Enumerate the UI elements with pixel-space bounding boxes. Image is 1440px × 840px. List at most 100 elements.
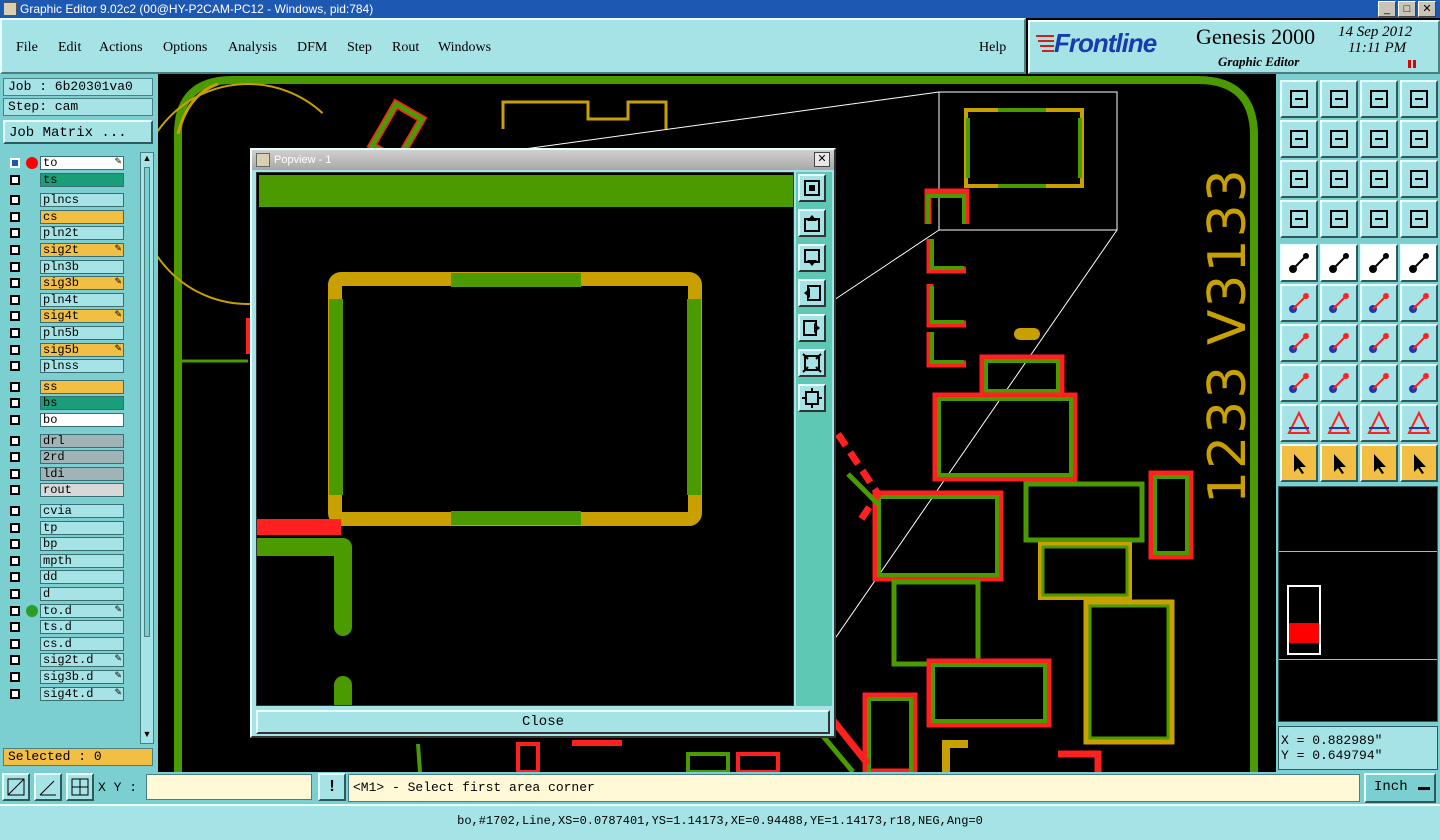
layer-row-sig2t-d[interactable]: sig2t.d ✎ xyxy=(6,653,124,668)
layer-name[interactable]: to.d xyxy=(40,603,124,618)
move-down-button[interactable] xyxy=(1320,80,1358,118)
route-button[interactable] xyxy=(1400,444,1438,482)
layer-row-plncs[interactable]: plncs xyxy=(6,193,124,208)
zoom-out-button[interactable] xyxy=(798,384,826,412)
layer-name[interactable]: pln4t xyxy=(40,292,124,307)
pan-right-button[interactable] xyxy=(798,314,826,342)
layer-row-pln4t[interactable]: pln4t xyxy=(6,292,124,307)
layer-name[interactable]: 2rd xyxy=(40,450,124,465)
layer-name[interactable]: pln3b xyxy=(40,259,124,274)
move-up-button[interactable] xyxy=(1280,80,1318,118)
layer-checkbox[interactable] xyxy=(10,398,20,409)
popview-close-button[interactable]: Close xyxy=(256,710,830,734)
pointer-button[interactable] xyxy=(1280,444,1318,482)
layer-name[interactable]: ts xyxy=(40,172,124,187)
point-2-button[interactable] xyxy=(1400,284,1438,322)
snap-mode-button[interactable] xyxy=(2,773,30,801)
menu-dfm[interactable]: DFM xyxy=(297,40,327,56)
layer-row-sig3b-d[interactable]: sig3b.d ✎ xyxy=(6,670,124,684)
layer-name[interactable]: plncs xyxy=(40,193,124,208)
layer-checkbox[interactable] xyxy=(10,572,20,583)
scroll-up-icon[interactable]: ▲ xyxy=(142,153,152,165)
layer-checkbox[interactable] xyxy=(10,415,20,425)
layer-checkbox[interactable] xyxy=(10,211,20,222)
layer-checkbox[interactable] xyxy=(10,672,20,682)
menu-options[interactable]: Options xyxy=(163,40,207,56)
layer-checkbox[interactable] xyxy=(10,195,20,206)
layer-checkbox[interactable] xyxy=(10,539,20,550)
tools-button[interactable] xyxy=(1280,200,1318,238)
pan-left-button[interactable] xyxy=(798,279,826,307)
layer-name[interactable]: sig3b xyxy=(40,276,124,291)
layer-name[interactable]: drl xyxy=(40,433,124,448)
help-button[interactable] xyxy=(1400,160,1438,198)
layer-row-cvia[interactable]: cvia xyxy=(6,504,124,518)
home-button[interactable] xyxy=(1360,80,1398,118)
layer-checkbox[interactable] xyxy=(10,506,20,516)
layer-name[interactable]: mpth xyxy=(40,553,124,568)
layer-name[interactable]: pln5b xyxy=(40,326,124,340)
layer-name[interactable]: ldi xyxy=(40,466,124,481)
layer-checkbox[interactable] xyxy=(10,435,20,446)
layer-checkbox[interactable] xyxy=(10,328,20,338)
popview-title-bar[interactable]: Popview - 1 ✕ xyxy=(252,150,834,170)
layer-row-bo[interactable]: bo xyxy=(6,413,124,427)
layer-checkbox[interactable] xyxy=(10,688,20,699)
layer-checkbox[interactable] xyxy=(10,468,20,479)
layer-name[interactable]: cs.d xyxy=(40,636,124,651)
line-button[interactable] xyxy=(1320,324,1358,362)
layer-name[interactable]: cvia xyxy=(40,504,124,518)
node-button[interactable] xyxy=(1280,364,1318,402)
menu-windows[interactable]: Windows xyxy=(438,40,491,56)
layer-name[interactable]: d xyxy=(40,587,124,601)
layer-checkbox[interactable] xyxy=(10,555,20,566)
layer-name[interactable]: bp xyxy=(40,537,124,552)
layer-row-sig4t[interactable]: sig4t ✎ xyxy=(6,309,124,324)
flip-button[interactable] xyxy=(1400,324,1438,362)
layer-checkbox[interactable] xyxy=(10,344,20,355)
window-split-button[interactable] xyxy=(1400,80,1438,118)
menu-actions[interactable]: Actions xyxy=(99,40,143,56)
layer-checkbox[interactable] xyxy=(10,245,20,255)
pointer-box-button[interactable] xyxy=(1320,444,1358,482)
move-right-button[interactable] xyxy=(1320,120,1358,158)
layer-checkbox[interactable] xyxy=(10,294,20,305)
layer-name[interactable]: sig4t xyxy=(40,309,124,324)
pointer-select-button[interactable] xyxy=(1360,444,1398,482)
swap-button[interactable] xyxy=(1360,120,1398,158)
layer-row-ts[interactable]: ts xyxy=(6,172,124,187)
layers-red-button[interactable] xyxy=(1360,200,1398,238)
select-pad-button[interactable] xyxy=(1280,244,1318,282)
layer-name[interactable]: bs xyxy=(40,396,124,411)
layer-checkbox[interactable] xyxy=(10,381,20,392)
layer-name[interactable]: cs xyxy=(40,209,124,224)
zoom-home-button[interactable] xyxy=(798,174,826,202)
layer-checkbox[interactable] xyxy=(10,278,20,289)
layer-checkbox[interactable] xyxy=(10,485,20,496)
layers-red-2-button[interactable] xyxy=(1400,200,1438,238)
layer-checkbox[interactable] xyxy=(10,522,20,533)
layer-checkbox[interactable] xyxy=(10,261,20,272)
target-button[interactable] xyxy=(1400,244,1438,282)
layer-row-2rd[interactable]: 2rd xyxy=(6,450,124,465)
layer-row-bp[interactable]: bp xyxy=(6,537,124,552)
layer-row-pln5b[interactable]: pln5b xyxy=(6,326,124,340)
menu-rout[interactable]: Rout xyxy=(392,40,419,56)
layer-row-pln2t[interactable]: pln2t xyxy=(6,226,124,241)
scroll-down-icon[interactable]: ▼ xyxy=(142,729,152,741)
layer-row-d[interactable]: d xyxy=(6,587,124,601)
layer-row-mpth[interactable]: mpth xyxy=(6,553,124,568)
layer-checkbox[interactable] xyxy=(10,228,20,239)
layer-name[interactable]: sig3b.d xyxy=(40,670,124,684)
triangle-button[interactable] xyxy=(1280,404,1318,442)
layer-checkbox[interactable] xyxy=(10,174,20,185)
layer-name[interactable]: sig4t.d xyxy=(40,686,124,701)
layer-scrollbar[interactable]: ▲ ▼ xyxy=(140,152,154,744)
layer-name[interactable]: plnss xyxy=(40,359,124,374)
layer-row-sig5b[interactable]: sig5b ✎ xyxy=(6,342,124,357)
layer-row-cs[interactable]: cs xyxy=(6,209,124,224)
layer-name[interactable]: sig2t xyxy=(40,243,124,257)
layer-row-sig4t-d[interactable]: sig4t.d ✎ xyxy=(6,686,124,701)
layer-row-sig2t[interactable]: sig2t ✎ xyxy=(6,243,124,257)
draw-button[interactable] xyxy=(1320,244,1358,282)
